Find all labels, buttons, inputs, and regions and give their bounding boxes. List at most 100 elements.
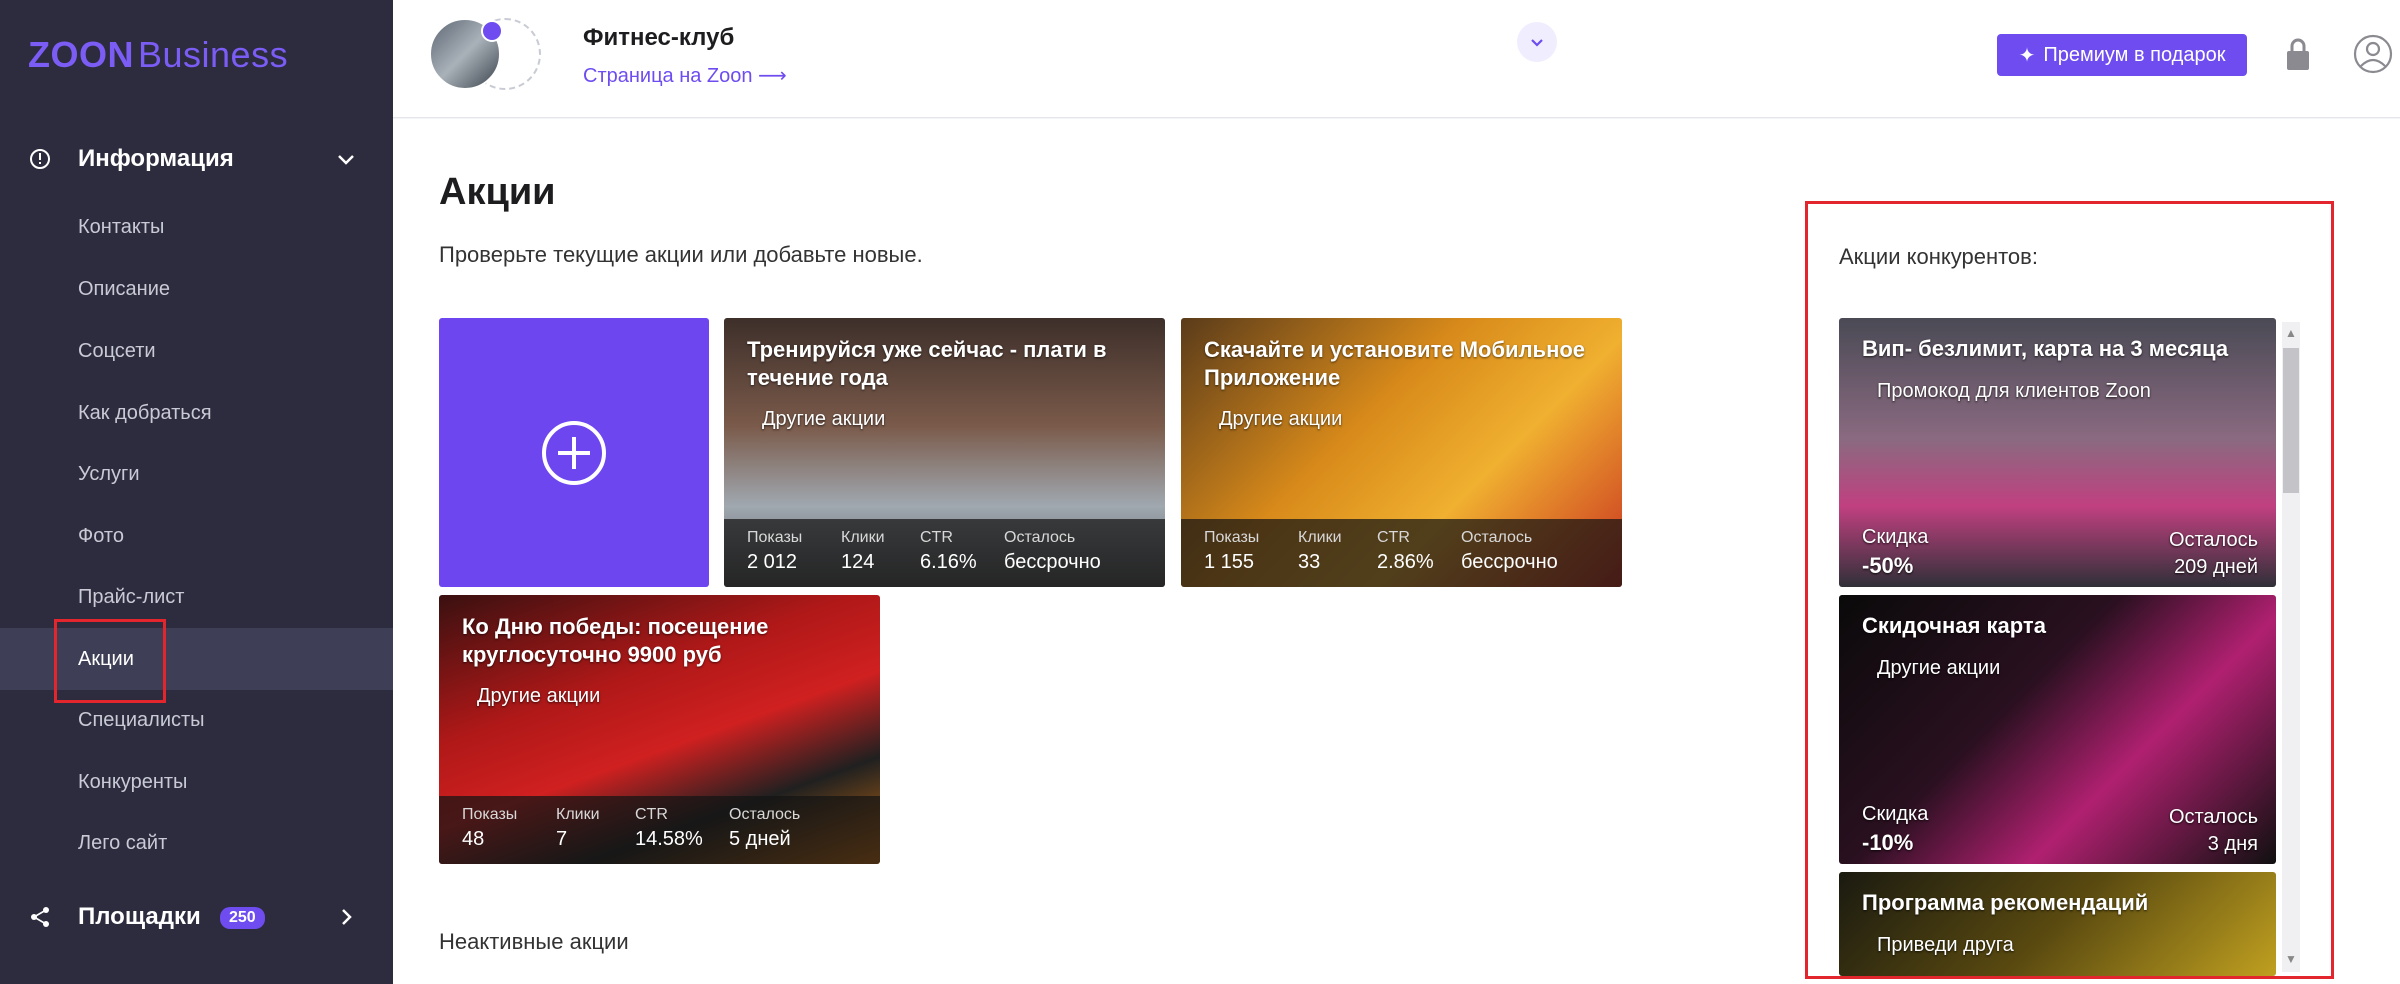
top-header: Фитнес-клуб Страница на Zoon ⟶ ✦ Премиум… bbox=[393, 0, 2400, 118]
discount-label: Скидка bbox=[1862, 803, 1929, 825]
remaining-label: Осталось bbox=[2168, 806, 2258, 828]
stat-label: Осталось bbox=[1004, 529, 1076, 546]
sidebar-item-label: Прайс-лист bbox=[78, 585, 185, 608]
remaining-value: 209 дней bbox=[2174, 556, 2258, 578]
scroll-down-arrow-icon[interactable]: ▼ bbox=[2285, 952, 2297, 966]
promo-stats: Показы 48 Клики 7 CTR 14.58% Осталось 5 дней bbox=[439, 796, 880, 864]
competitor-promo-card[interactable]: Скидочная карта Другие акции Скидка -10% … bbox=[1839, 595, 2276, 864]
stat-label: Клики bbox=[1298, 529, 1342, 546]
page-title: Акции bbox=[439, 171, 556, 213]
promo-title: Скачайте и установите Мобильное Приложен… bbox=[1204, 337, 1586, 390]
promo-card[interactable]: Скачайте и установите Мобильное Приложен… bbox=[1181, 318, 1622, 587]
stat-label: Показы bbox=[462, 806, 518, 823]
sidebar-item-label: Конкуренты bbox=[78, 770, 188, 793]
sidebar-item-label: Контакты bbox=[78, 215, 165, 238]
stat-left: 5 дней bbox=[729, 828, 791, 850]
sidebar-item-photos[interactable]: Фото bbox=[0, 505, 393, 567]
promo-stats: Показы 2 012 Клики 124 CTR 6.16% Осталось бе… bbox=[724, 519, 1165, 587]
chevron-right-icon[interactable] bbox=[335, 906, 357, 928]
company-switch-chevron-icon[interactable] bbox=[1517, 22, 1557, 62]
promo-card[interactable]: Тренируйся уже сейчас - плати в течение … bbox=[724, 318, 1165, 587]
competitors-scrollbar-thumb[interactable] bbox=[2283, 348, 2299, 493]
competitor-promo-card[interactable]: Программа рекомендаций Приведи друга bbox=[1839, 872, 2276, 976]
user-profile-icon[interactable] bbox=[2353, 34, 2393, 74]
info-icon bbox=[28, 147, 52, 171]
stat-label: Осталось bbox=[729, 806, 801, 823]
stat-label: Показы bbox=[747, 529, 803, 546]
chevron-down-icon[interactable] bbox=[335, 148, 357, 170]
stat-clicks: 33 bbox=[1298, 551, 1321, 573]
sidebar-item-label: Специалисты bbox=[78, 708, 205, 731]
sidebar-item-directions[interactable]: Как добраться bbox=[0, 382, 393, 444]
zoon-page-link[interactable]: Страница на Zoon ⟶ bbox=[583, 63, 787, 88]
premium-gift-button[interactable]: ✦ Премиум в подарок bbox=[1997, 34, 2247, 76]
page-subtitle: Проверьте текущие акции или добавьте нов… bbox=[439, 242, 923, 267]
stat-label: Осталось bbox=[1461, 529, 1533, 546]
sidebar-section-platforms-label: Площадки bbox=[78, 903, 201, 930]
sidebar-item-competitors[interactable]: Конкуренты bbox=[0, 751, 393, 813]
logo-main-text: ZOON bbox=[28, 34, 134, 75]
stat-left: бессрочно bbox=[1461, 551, 1558, 573]
competitor-promotions-heading: Акции конкурентов: bbox=[1839, 244, 2038, 269]
company-avatar-group[interactable] bbox=[429, 18, 541, 96]
sidebar-item-services[interactable]: Услуги bbox=[0, 443, 393, 505]
sidebar-item-lego-site[interactable]: Лего сайт bbox=[0, 812, 393, 874]
stat-label: CTR bbox=[1377, 529, 1410, 546]
lock-icon[interactable] bbox=[2283, 36, 2313, 72]
competitor-promo-card[interactable]: Вип- безлимит, карта на 3 месяца Промоко… bbox=[1839, 318, 2276, 587]
sidebar-section-info[interactable]: Информация bbox=[0, 129, 393, 189]
sidebar-item-label: Лего сайт bbox=[78, 831, 168, 854]
promo-category: Другие акции bbox=[762, 408, 886, 430]
stat-left: бессрочно bbox=[1004, 551, 1101, 573]
promo-title: Тренируйся уже сейчас - плати в течение … bbox=[747, 337, 1107, 390]
stat-label: Показы bbox=[1204, 529, 1260, 546]
plus-circle-icon bbox=[542, 420, 606, 485]
company-name[interactable]: Фитнес-клуб bbox=[583, 24, 734, 52]
stat-ctr: 14.58% bbox=[635, 828, 703, 850]
stat-label: Клики bbox=[841, 529, 885, 546]
stat-label: CTR bbox=[920, 529, 953, 546]
sidebar-section-platforms[interactable]: Площадки bbox=[0, 887, 393, 947]
sidebar-item-contacts[interactable]: Контакты bbox=[0, 196, 393, 258]
stat-label: CTR bbox=[635, 806, 668, 823]
premium-gift-label: Премиум в подарок bbox=[2043, 43, 2226, 66]
promo-category: Другие акции bbox=[1219, 408, 1343, 430]
scroll-up-arrow-icon[interactable]: ▲ bbox=[2285, 326, 2297, 340]
sidebar-item-description[interactable]: Описание bbox=[0, 258, 393, 320]
highlight-frame-promotions bbox=[54, 619, 166, 703]
sidebar-item-label: Описание bbox=[78, 277, 171, 300]
verified-badge-icon bbox=[481, 20, 503, 42]
zoon-business-logo[interactable]: ZOON Business bbox=[28, 34, 288, 76]
stat-clicks: 124 bbox=[841, 551, 875, 573]
platforms-count-badge: 250 bbox=[220, 907, 265, 929]
sidebar-item-label: Как добраться bbox=[78, 401, 212, 424]
sidebar-item-socials[interactable]: Соцсети bbox=[0, 320, 393, 382]
competitor-promo-category: Промокод для клиентов Zoon bbox=[1877, 380, 2151, 402]
add-promotion-button[interactable] bbox=[439, 318, 709, 587]
competitor-promo-title: Скидочная карта bbox=[1862, 613, 2046, 638]
competitor-promo-category: Другие акции bbox=[1877, 657, 2001, 679]
sidebar-section-info-label: Информация bbox=[78, 145, 234, 172]
sidebar: ZOON Business Информация Контакты Описани… bbox=[0, 0, 393, 984]
competitor-promo-title: Программа рекомендаций bbox=[1862, 890, 2149, 915]
share-icon bbox=[28, 905, 52, 929]
discount-value: -50% bbox=[1862, 553, 1914, 578]
remaining-label: Осталось bbox=[2168, 529, 2258, 551]
competitor-promo-category: Приведи друга bbox=[1877, 934, 2014, 956]
competitor-promo-title: Вип- безлимит, карта на 3 месяца bbox=[1862, 336, 2229, 361]
sidebar-item-label: Услуги bbox=[78, 462, 140, 485]
discount-value: -10% bbox=[1862, 830, 1914, 855]
competitor-promo-image bbox=[1839, 872, 2276, 976]
promo-title: Ко Дню победы: посещение круглосуточно 9… bbox=[462, 614, 769, 667]
stat-ctr: 6.16% bbox=[920, 551, 977, 573]
promo-card[interactable]: Ко Дню победы: посещение круглосуточно 9… bbox=[439, 595, 880, 864]
sparkle-icon: ✦ bbox=[2018, 44, 2036, 67]
sidebar-item-label: Соцсети bbox=[78, 339, 156, 362]
stat-clicks: 7 bbox=[556, 828, 568, 850]
sidebar-item-label: Фото bbox=[78, 524, 124, 547]
stat-views: 48 bbox=[462, 828, 485, 850]
promo-category: Другие акции bbox=[477, 685, 601, 707]
stat-views: 2 012 bbox=[747, 551, 798, 573]
promo-stats: Показы 1 155 Клики 33 CTR 2.86% Осталось бес… bbox=[1181, 519, 1622, 587]
stat-label: Клики bbox=[556, 806, 600, 823]
